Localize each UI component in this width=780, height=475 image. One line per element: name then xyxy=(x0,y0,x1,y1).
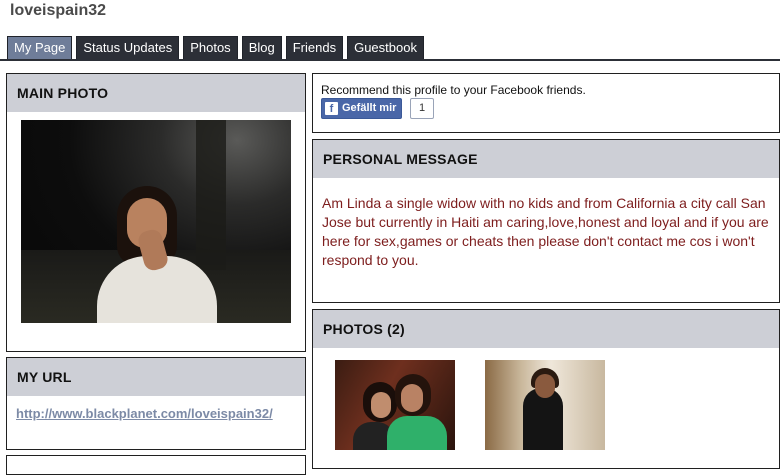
facebook-like-button[interactable]: f Gefällt mir xyxy=(321,98,403,119)
thumb-face xyxy=(535,374,555,398)
photos-title: PHOTOS (2) xyxy=(313,310,779,348)
photo-thumbnail[interactable] xyxy=(485,360,605,450)
photos-panel: PHOTOS (2) xyxy=(312,309,780,469)
thumb-figure-right xyxy=(387,416,447,450)
main-photo-image[interactable] xyxy=(21,120,291,323)
my-url-title: MY URL xyxy=(7,358,305,396)
tab-status-updates[interactable]: Status Updates xyxy=(76,36,180,59)
profile-url-link[interactable]: http://www.blackplanet.com/loveispain32/ xyxy=(16,406,273,421)
personal-message-text: Am Linda a single widow with no kids and… xyxy=(322,195,769,268)
my-url-panel: MY URL http://www.blackplanet.com/loveis… xyxy=(6,357,306,450)
thumb-face-left xyxy=(371,392,391,418)
tab-blog[interactable]: Blog xyxy=(241,36,282,59)
tab-friends[interactable]: Friends xyxy=(285,36,344,59)
photo-tree xyxy=(196,120,226,270)
like-count: 1 xyxy=(410,98,434,119)
main-photo-title: MAIN PHOTO xyxy=(7,74,305,112)
main-photo-panel: MAIN PHOTO xyxy=(6,73,306,352)
recommend-text: Recommend this profile to your Facebook … xyxy=(321,83,586,97)
profile-tabs: My Page Status Updates Photos Blog Frien… xyxy=(7,36,424,59)
like-button-label: Gefällt mir xyxy=(342,102,397,114)
photo-thumbnail[interactable] xyxy=(335,360,455,450)
next-panel-edge xyxy=(6,455,306,475)
personal-message-panel: PERSONAL MESSAGE Am Linda a single widow… xyxy=(312,139,780,303)
personal-message-title: PERSONAL MESSAGE xyxy=(313,140,779,178)
facebook-icon: f xyxy=(325,102,338,115)
tab-photos[interactable]: Photos xyxy=(183,36,238,59)
profile-username: loveispain32 xyxy=(10,2,107,19)
tab-my-page[interactable]: My Page xyxy=(7,36,73,59)
thumb-face-right xyxy=(401,384,423,412)
tab-guestbook[interactable]: Guestbook xyxy=(347,36,424,59)
tabs-divider xyxy=(0,59,780,61)
facebook-recommend-panel: Recommend this profile to your Facebook … xyxy=(312,73,780,133)
